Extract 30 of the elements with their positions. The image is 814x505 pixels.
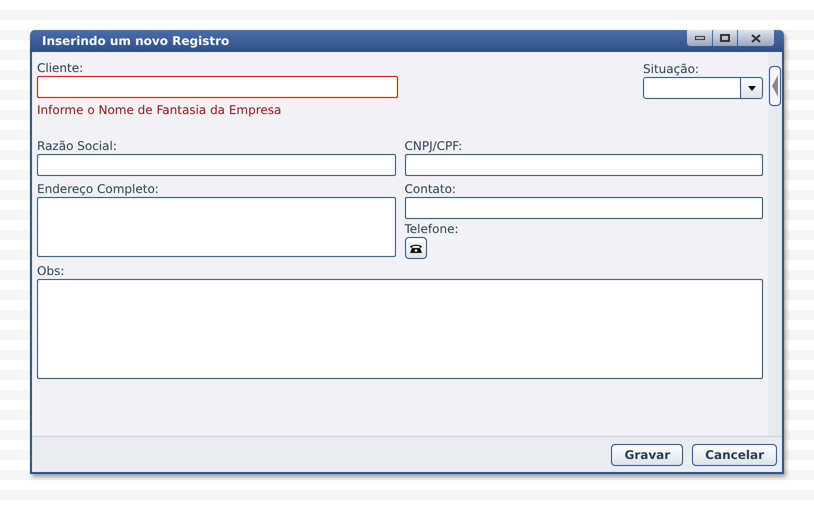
dialog-button[interactable]: Cancelar (692, 444, 777, 466)
error-message: Informe o Nome de Fantasia da Empresa (37, 102, 282, 119)
field-label: Razão Social: (37, 139, 118, 153)
input-field[interactable] (37, 76, 398, 98)
input-field[interactable] (404, 154, 763, 176)
collapse-handle[interactable] (769, 66, 781, 106)
maximize-button[interactable] (713, 30, 737, 46)
telephone-icon (408, 242, 422, 254)
input-field[interactable] (37, 154, 396, 176)
text-area[interactable] (37, 279, 763, 379)
close-icon (751, 34, 761, 42)
field-label: CNPJ/CPF: (404, 139, 464, 153)
field-label: Situação: (643, 62, 700, 76)
caret-icon (748, 86, 756, 90)
minimize-button[interactable] (687, 30, 712, 46)
field-label: Telefone: (404, 222, 460, 236)
dialog-button[interactable]: Gravar (611, 444, 684, 466)
text-area[interactable] (37, 197, 396, 257)
phone-button[interactable] (404, 237, 426, 259)
close-button[interactable] (738, 30, 774, 46)
status-dropdown[interactable] (643, 77, 763, 99)
field-label: Endereço Completo: (37, 182, 160, 196)
field-label: Cliente: (37, 61, 84, 75)
input-field[interactable] (404, 197, 763, 219)
minimize-icon (694, 36, 704, 40)
maximize-icon (720, 34, 730, 42)
field-label: Obs: (37, 264, 66, 278)
window-title: Inserindo um novo Registro (42, 33, 230, 50)
left-arrow-icon (772, 75, 778, 97)
field-label: Contato: (404, 182, 457, 196)
